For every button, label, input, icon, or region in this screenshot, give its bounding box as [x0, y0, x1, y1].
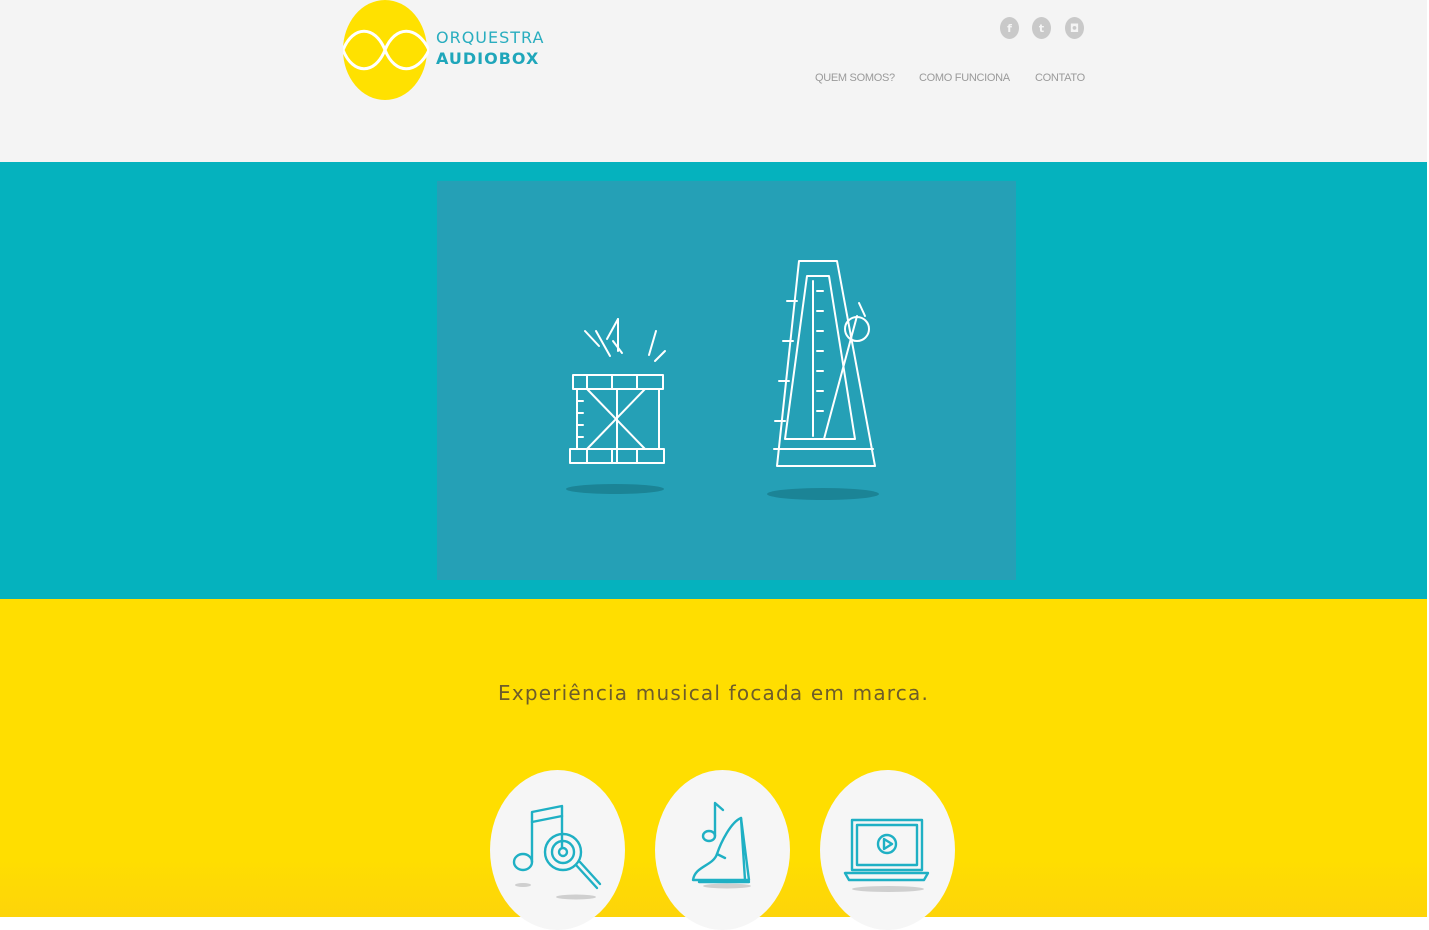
- brand-name-line1: ORQUESTRA: [436, 28, 545, 47]
- nav-contato[interactable]: CONTATO: [1035, 72, 1085, 84]
- feature-card-music-heel[interactable]: [655, 770, 790, 930]
- features-section: Experiência musical focada em marca.: [0, 599, 1427, 930]
- drum-illustration: [566, 260, 879, 500]
- instagram-icon[interactable]: ◘: [1065, 17, 1084, 39]
- logo-mark-icon: [343, 0, 429, 100]
- logo[interactable]: ORQUESTRA AUDIOBOX: [343, 0, 543, 100]
- music-heel-icon: [691, 801, 751, 889]
- facebook-icon[interactable]: f: [1000, 17, 1019, 39]
- music-search-icon: [512, 804, 602, 900]
- twitter-icon[interactable]: t: [1032, 17, 1051, 39]
- nav-como-funciona[interactable]: COMO FUNCIONA: [919, 72, 1010, 84]
- hero-panel: [437, 181, 1016, 580]
- site-header: ORQUESTRA AUDIOBOX f t ◘ QUEM SOMOS? COM…: [0, 0, 1427, 162]
- nav-quem-somos[interactable]: QUEM SOMOS?: [815, 72, 895, 84]
- feature-card-laptop-video[interactable]: [820, 770, 955, 930]
- feature-card-music-search[interactable]: [490, 770, 625, 930]
- hero-banner: [0, 162, 1427, 600]
- laptop-video-icon: [843, 818, 930, 892]
- brand-name-line2: AUDIOBOX: [436, 49, 540, 68]
- tagline: Experiência musical focada em marca.: [497, 681, 929, 705]
